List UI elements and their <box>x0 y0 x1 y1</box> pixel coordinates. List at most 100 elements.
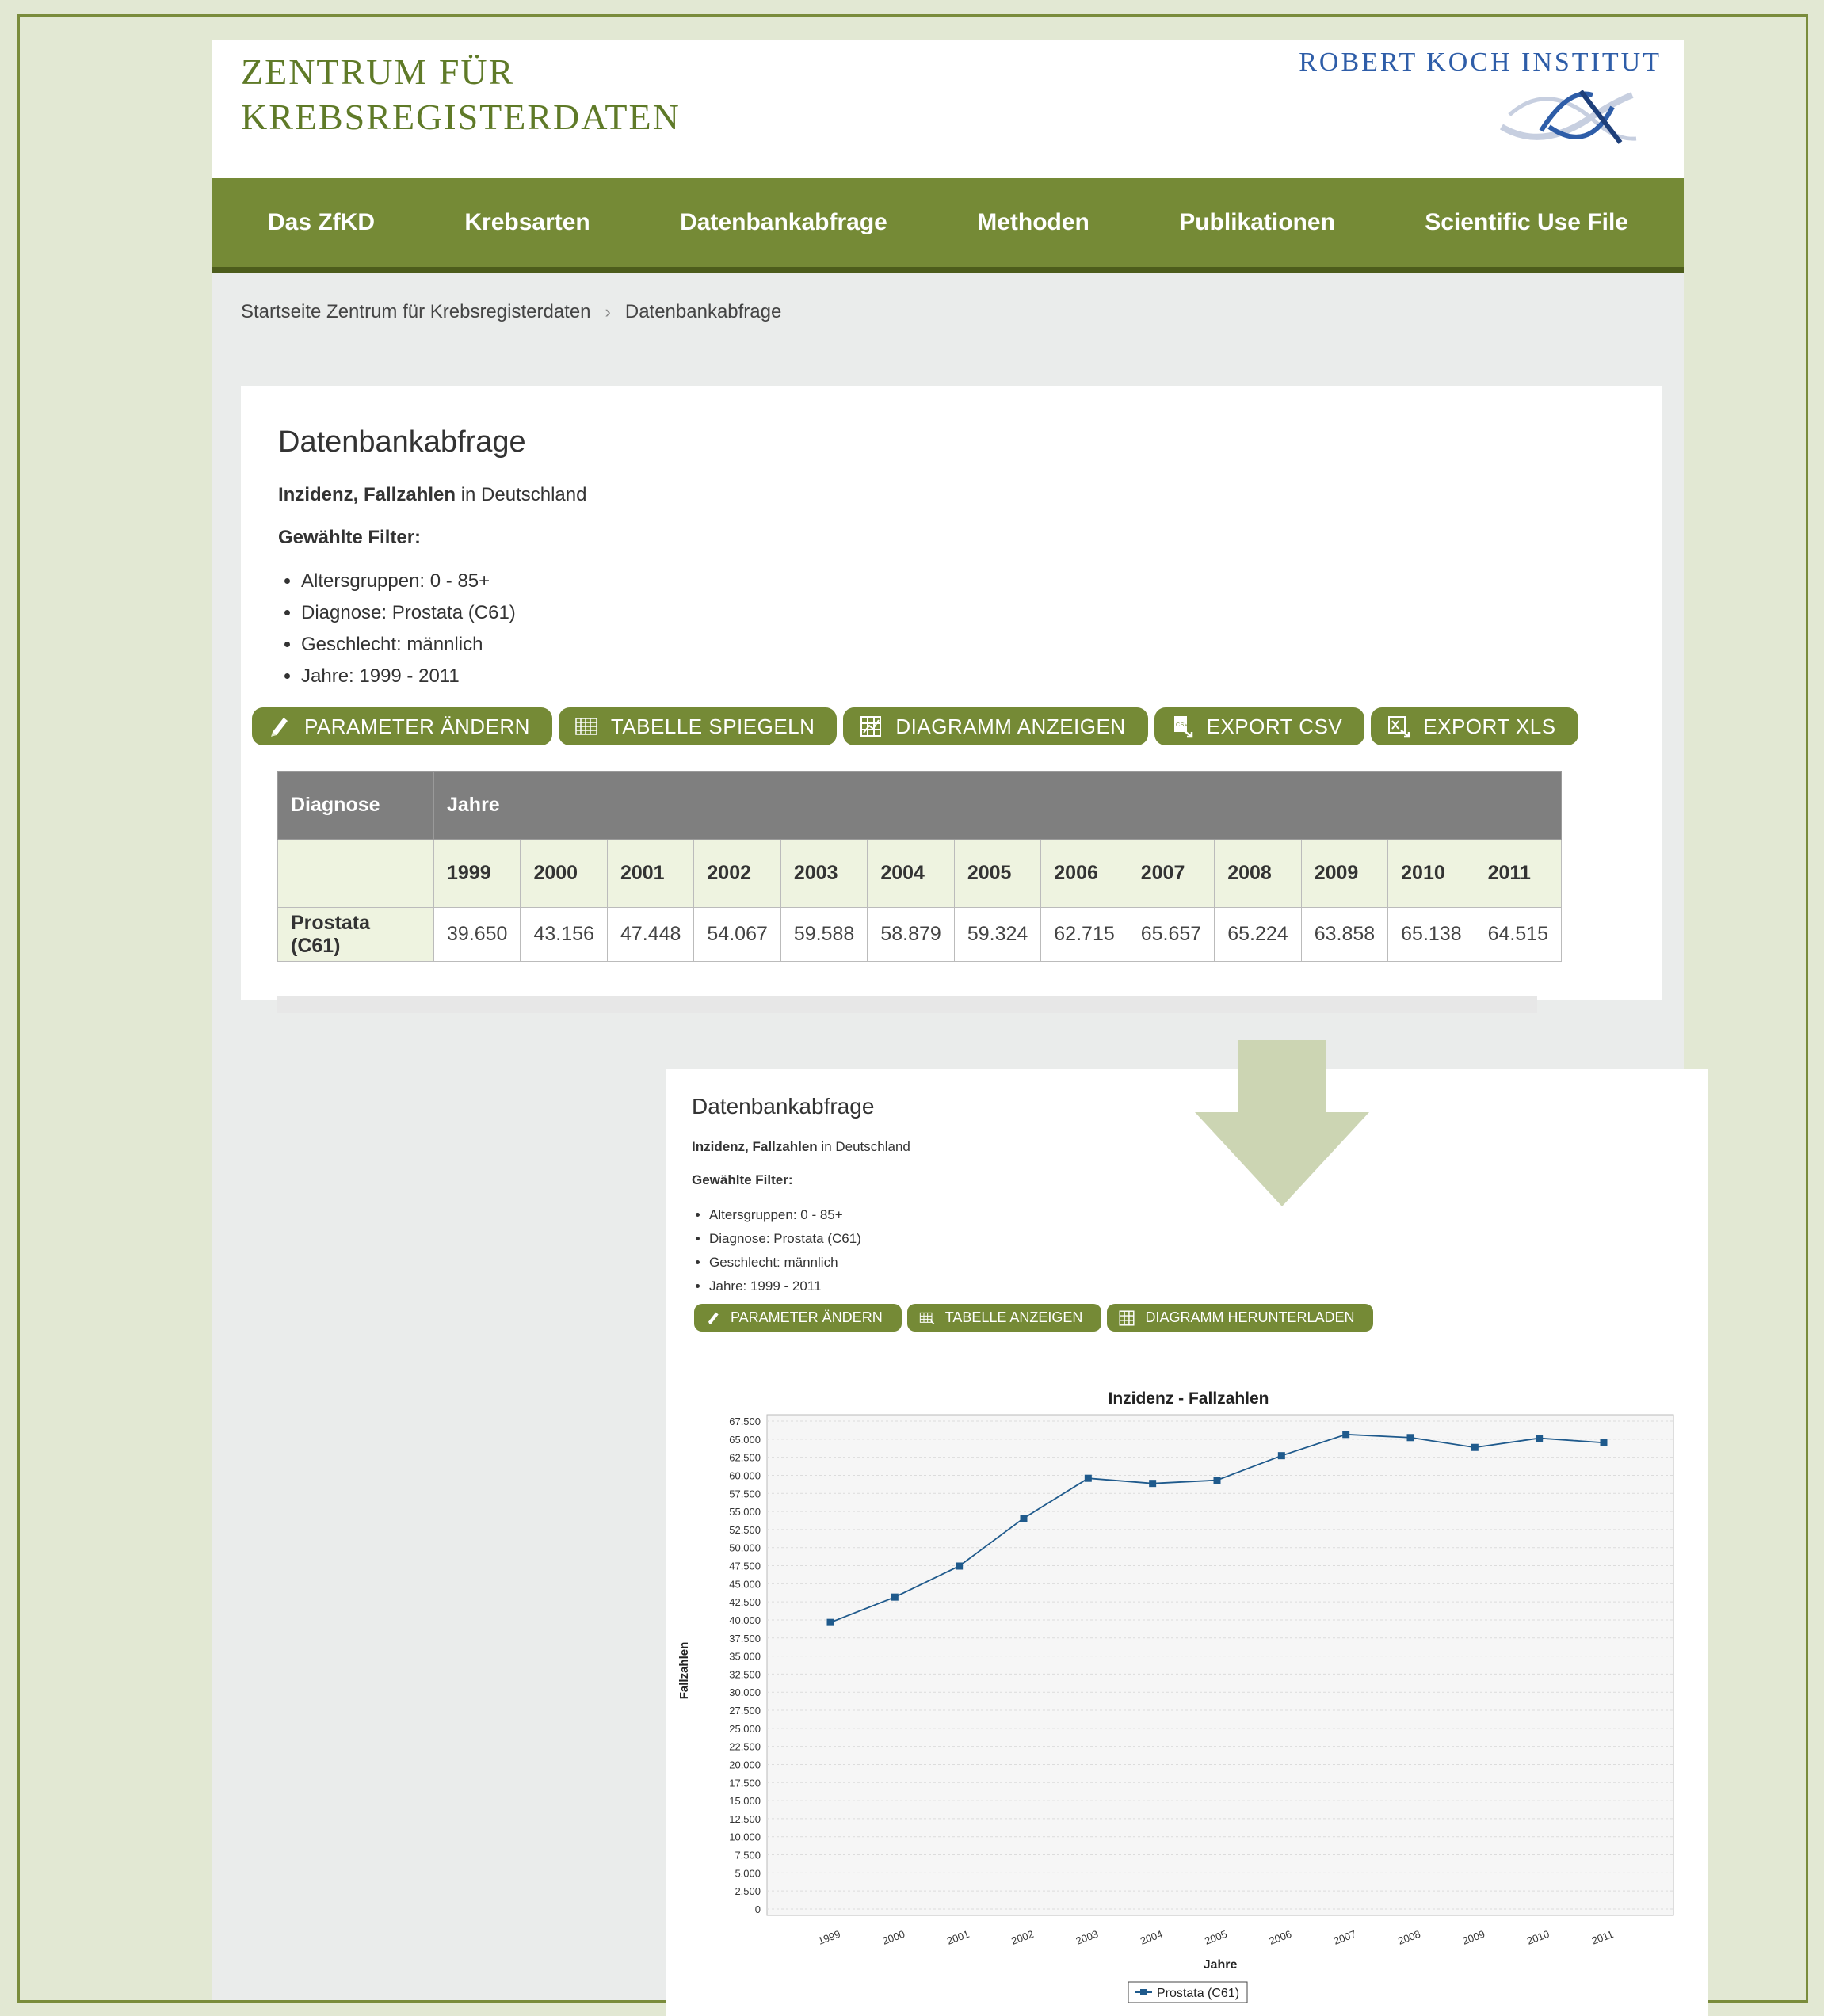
nav-item-krebsarten[interactable]: Krebsarten <box>464 209 590 236</box>
y-tick-label: 65.000 <box>729 1434 761 1446</box>
y-tick-label: 37.500 <box>729 1633 761 1644</box>
data-point <box>1406 1434 1414 1442</box>
legend-label: Prostata (C61) <box>1157 1987 1239 2000</box>
results-table: Diagnose Jahre 1999 2000 2001 2002 2003 … <box>277 771 1563 962</box>
x-tick-label: 2006 <box>1268 1928 1293 1947</box>
year-header: 2006 <box>1040 839 1128 908</box>
x-tick-label: 2007 <box>1332 1928 1357 1947</box>
export-csv-button[interactable]: CSV EXPORT CSV <box>1154 707 1365 745</box>
nav-item-methoden[interactable]: Methoden <box>977 209 1089 236</box>
year-header: 1999 <box>433 839 521 908</box>
row-label-diagnose: Prostata (C61) <box>277 907 434 962</box>
nav-item-datenbankabfrage[interactable]: Datenbankabfrage <box>680 209 887 236</box>
y-tick-label: 62.500 <box>729 1452 761 1464</box>
x-tick-label: 2001 <box>945 1928 971 1947</box>
y-axis-label: Fallzahlen <box>677 1642 691 1700</box>
legend-marker-icon <box>1140 1989 1147 1995</box>
year-header: 2007 <box>1127 839 1215 908</box>
y-tick-label: 60.000 <box>729 1469 761 1481</box>
logo-line-2: KREBSREGISTERDATEN <box>241 97 681 137</box>
query-subject-bold: Inzidenz, Fallzahlen <box>278 484 456 505</box>
incidence-line-chart: Inzidenz - Fallzahlen 0 2.500 5.000 7.500 10… <box>677 1389 1674 2003</box>
tabelle-spiegeln-button[interactable]: TABELLE SPIEGELN <box>558 707 838 745</box>
year-header: 2000 <box>520 839 608 908</box>
data-point <box>1342 1431 1350 1439</box>
website: ZENTRUM FÜR KREBSREGISTERDATEN ROBERT KO… <box>212 40 1708 2016</box>
zfkd-logo[interactable]: ZENTRUM FÜR KREBSREGISTERDATEN <box>241 49 681 139</box>
export-xls-button[interactable]: EXPORT XLS <box>1371 707 1578 745</box>
table-flip-icon <box>575 718 597 735</box>
data-point <box>1149 1480 1157 1488</box>
data-point <box>1600 1439 1608 1446</box>
table-row: Prostata (C61) 39.650 43.156 47.448 54.0… <box>277 907 1563 962</box>
x-tick-label: 2005 <box>1203 1928 1228 1947</box>
diagramm-anzeigen-button[interactable]: DIAGRAMM ANZEIGEN <box>843 707 1148 745</box>
page-title: Datenbankabfrage <box>278 425 526 459</box>
year-header: 2008 <box>1214 839 1302 908</box>
x-tick-label: 2009 <box>1461 1928 1486 1947</box>
y-tick-label: 12.500 <box>729 1813 761 1825</box>
year-header: 2005 <box>953 839 1042 908</box>
y-tick-label: 17.500 <box>729 1777 761 1789</box>
y-tick-label: 55.000 <box>729 1506 761 1518</box>
year-header: 2011 <box>1474 839 1563 908</box>
y-tick-label: 22.500 <box>729 1741 761 1753</box>
year-header: 2004 <box>867 839 955 908</box>
y-tick-label: 45.000 <box>729 1578 761 1590</box>
year-header: 2002 <box>693 839 781 908</box>
table-cell: 63.858 <box>1300 907 1389 962</box>
button-label: EXPORT XLS <box>1423 714 1556 738</box>
table-cell: 65.657 <box>1127 907 1215 962</box>
table-years-row: 1999 2000 2001 2002 2003 2004 2005 2006 … <box>277 839 1563 908</box>
year-header: 2009 <box>1300 839 1389 908</box>
x-tick-label: 2003 <box>1074 1928 1100 1947</box>
breadcrumb: Startseite Zentrum für Krebsregisterdate… <box>241 301 781 323</box>
x-tick-label: 2008 <box>1396 1928 1421 1947</box>
data-point <box>1213 1477 1221 1484</box>
year-header: 2003 <box>780 839 868 908</box>
table-cell: 54.067 <box>693 907 781 962</box>
table-cell: 64.515 <box>1474 907 1563 962</box>
query-subject: Inzidenz, Fallzahlen in Deutschland <box>278 484 586 506</box>
filter-item: Jahre: 1999 - 2011 <box>301 661 516 692</box>
y-tick-label: 52.500 <box>729 1524 761 1536</box>
table-cell: 47.448 <box>606 907 695 962</box>
chart-legend: Prostata (C61) <box>1128 1981 1248 2003</box>
y-tick-label: 57.500 <box>729 1488 761 1500</box>
button-label: EXPORT CSV <box>1206 714 1343 738</box>
x-tick-label: 2000 <box>881 1928 906 1947</box>
chart-grid-icon <box>860 716 882 737</box>
chart-view-panel: Datenbankabfrage Inzidenz, Fallzahlen in… <box>666 1069 1708 2016</box>
parameter-aendern-button[interactable]: PARAMETER ÄNDERN <box>252 707 552 745</box>
table-cell: 58.879 <box>867 907 955 962</box>
data-point <box>826 1618 834 1626</box>
rki-logo-text[interactable]: ROBERT KOCH INSTITUT <box>1299 48 1662 78</box>
nav-item-publikationen[interactable]: Publikationen <box>1179 209 1335 236</box>
svg-text:CSV: CSV <box>1176 722 1189 728</box>
logo-line-1: ZENTRUM FÜR <box>241 51 515 92</box>
y-tick-label: 25.000 <box>729 1723 761 1735</box>
filter-title: Gewählte Filter: <box>278 527 422 548</box>
x-axis-label: Jahre <box>1204 1958 1238 1972</box>
csv-file-icon: CSV <box>1173 716 1192 738</box>
breadcrumb-current: Datenbankabfrage <box>624 301 782 322</box>
nav-item-das-zfkd[interactable]: Das ZfKD <box>268 209 375 236</box>
empty-cell <box>277 839 434 908</box>
y-tick-label: 50.000 <box>729 1542 761 1554</box>
y-tick-label: 47.500 <box>729 1561 761 1572</box>
y-tick-label: 30.000 <box>729 1686 761 1698</box>
site-header: ZENTRUM FÜR KREBSREGISTERDATEN ROBERT KO… <box>212 40 1684 178</box>
table-cell: 65.224 <box>1214 907 1302 962</box>
year-header: 2010 <box>1387 839 1475 908</box>
x-tick-label: 2002 <box>1009 1928 1035 1947</box>
filter-list: Altersgruppen: 0 - 85+ Diagnose: Prostat… <box>301 566 516 692</box>
chart-title: Inzidenz - Fallzahlen <box>1108 1389 1269 1408</box>
breadcrumb-separator: › <box>605 302 611 322</box>
x-tick-label: 2010 <box>1525 1928 1551 1947</box>
breadcrumb-home-link[interactable]: Startseite Zentrum für Krebsregisterdate… <box>241 301 591 323</box>
data-point <box>1471 1443 1479 1451</box>
data-point <box>891 1593 899 1601</box>
table-scrollbar[interactable] <box>277 996 1537 1013</box>
filter-item: Diagnose: Prostata (C61) <box>301 597 516 629</box>
nav-item-scientific-use-file[interactable]: Scientific Use File <box>1425 209 1628 236</box>
